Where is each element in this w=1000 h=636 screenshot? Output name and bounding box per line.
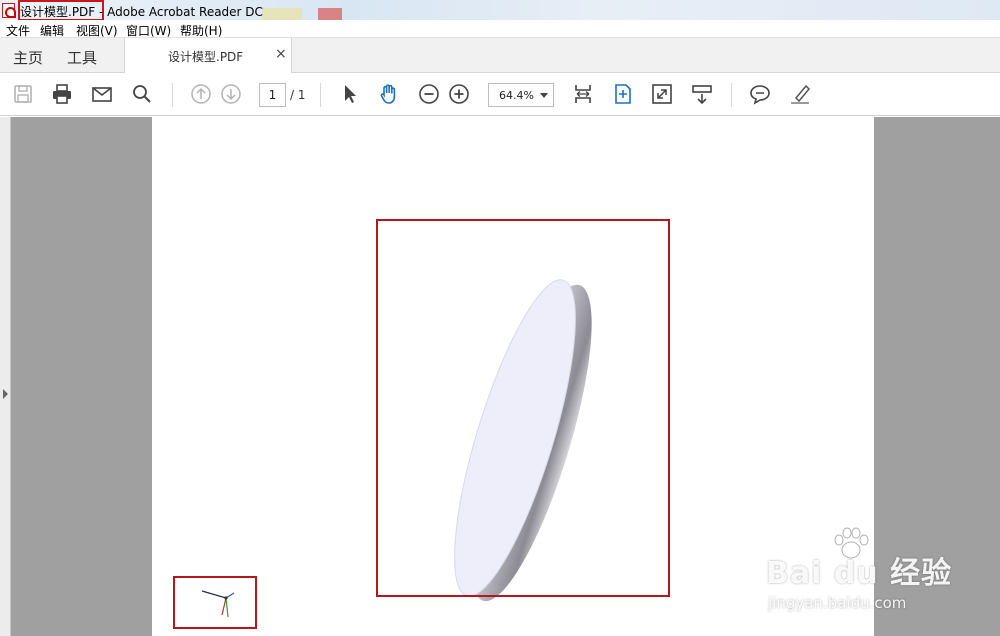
menu-help[interactable]: 帮助(H): [180, 22, 222, 39]
tab-home[interactable]: 主页: [13, 47, 43, 68]
acrobat-app-icon: [2, 3, 16, 18]
baidu-jingyan-watermark: Bai du 经验 jingyan.baidu.com: [766, 526, 966, 616]
zoom-in-icon[interactable]: [448, 83, 470, 105]
title-bar: 设计模型.PDF - Adobe Acrobat Reader DC: [0, 0, 1000, 21]
search-icon[interactable]: [131, 83, 153, 105]
page-down-icon[interactable]: [220, 83, 242, 105]
watermark-url: jingyan.baidu.com: [768, 594, 907, 612]
desktop-background-fragment: [262, 8, 302, 20]
zoom-out-icon[interactable]: [418, 83, 440, 105]
zoom-value: 64.4%: [499, 89, 534, 102]
highlight-icon[interactable]: [789, 83, 811, 105]
desktop-background-fragment: [318, 8, 342, 20]
document-tab-label: 设计模型.PDF: [168, 50, 244, 64]
menu-file[interactable]: 文件: [6, 22, 30, 39]
toolbar-separator: [731, 83, 732, 107]
axis-annotation-box: [173, 576, 257, 629]
zoom-select[interactable]: 64.4%: [488, 83, 554, 107]
tab-bar: 主页 工具 设计模型.PDF ×: [0, 38, 1000, 73]
toolbar: 1 / 1 64.4%: [0, 73, 1000, 116]
title-annotation-box: [18, 0, 104, 21]
chevron-right-icon: [3, 389, 8, 399]
toolbar-separator: [172, 83, 173, 107]
toolbar-separator: [320, 83, 321, 107]
hand-tool-icon[interactable]: [378, 83, 400, 105]
menu-window[interactable]: 窗口(W): [126, 22, 171, 39]
page-number-input[interactable]: 1: [259, 83, 286, 107]
menu-bar: 文件 编辑 视图(V) 窗口(W) 帮助(H): [0, 20, 1000, 38]
tab-document[interactable]: 设计模型.PDF ×: [124, 38, 292, 73]
email-icon[interactable]: [91, 83, 113, 105]
close-tab-icon[interactable]: ×: [275, 46, 287, 62]
save-icon[interactable]: [12, 83, 34, 105]
fit-page-icon[interactable]: [612, 83, 634, 105]
print-icon[interactable]: [51, 83, 73, 105]
select-cursor-icon[interactable]: [339, 83, 361, 105]
chevron-down-icon: [540, 93, 548, 98]
model-annotation-box: [376, 219, 670, 597]
scroll-mode-icon[interactable]: [691, 83, 713, 105]
fit-width-icon[interactable]: [572, 83, 594, 105]
menu-edit[interactable]: 编辑: [40, 22, 64, 39]
tab-tools[interactable]: 工具: [67, 47, 97, 68]
menu-view[interactable]: 视图(V): [76, 22, 118, 39]
page-up-icon[interactable]: [190, 83, 212, 105]
comment-icon[interactable]: [749, 83, 771, 105]
page-total: / 1: [290, 88, 306, 102]
left-panel-toggle[interactable]: [0, 117, 11, 636]
watermark-brand: Bai du 经验: [766, 556, 953, 591]
full-screen-icon[interactable]: [651, 83, 673, 105]
